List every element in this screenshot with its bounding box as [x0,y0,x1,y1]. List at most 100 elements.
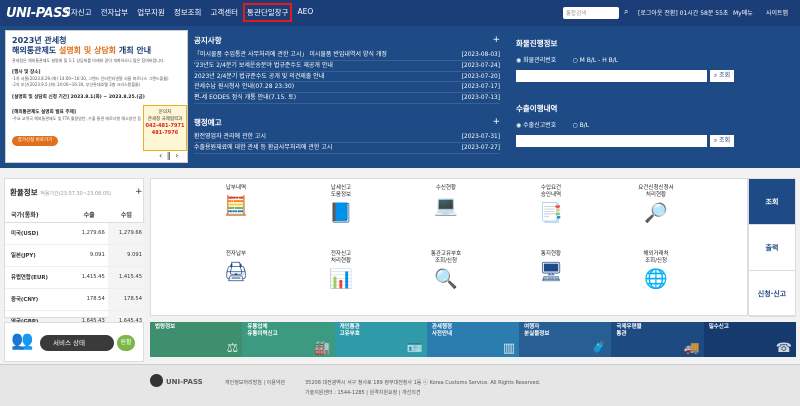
exchange-more-icon[interactable]: + [135,187,143,197]
table-row: 미국(USD) 1,279.66 1,279.66 [5,222,145,245]
notice-item[interactable]: 편-세 EODES 정식 개통 안내(7.15. 토) [2023-07-13] [194,93,500,104]
service-status-panel: 👥 서비스 상태 원활 [4,322,144,362]
apply-button[interactable]: 참가신청 바로가기 [12,136,58,146]
bar-chart-icon: 📊 [329,268,353,290]
banner-advance-guide[interactable]: 관세행정 사전안내 ▥ [426,322,520,357]
unipass-logo[interactable]: UNI-PASS [6,6,71,21]
quick-declaration-status[interactable]: 전자신고 처리현황 📊 [291,251,391,291]
sitemap-link[interactable]: 사이트맵 [766,8,788,17]
quick-import-approval[interactable]: 수입요건 승인내역 📑 [501,185,601,225]
quick-requirement-status[interactable]: 요건신청신청서 처리현황 🔎 [606,185,706,225]
my-menu-link[interactable]: My메뉴 [733,8,753,17]
notice-panel: 공지사항 + 「미시물품 수입통관 사무처리에 관한 고시」 미시물품 반입내역… [194,35,500,104]
id-card-icon: 🪪 [406,341,423,356]
tab-lookup[interactable]: 조회 [749,179,795,225]
banner-law-info[interactable]: 법령정보 ⚖ [150,322,243,357]
globe-search-icon: 🌐 [644,268,668,290]
promo-text: ·주요 교역국 해외통관제도 및 FTA 활용방안, 수출 통관 애로사항 해소… [12,116,142,121]
footer: UNI-PASS 개인정보처리방침 | 이용약관 35208 대전광역시 서구 … [0,364,800,406]
table-row: 중국(CNY) 178.54 178.54 [5,288,145,311]
service-status-label: 서비스 상태 [40,335,114,351]
luggage-icon: 🧳 [591,341,608,356]
quick-menu-grid: 납부내역 🧮 납세신고 도움정보 📘 수신현황 💻 수입요건 승인내역 📑 요건신청신청서 처… [150,178,748,316]
admin-notice-panel: 행정예고 + 환전영업자 관리에 관한 고시 [2023-07-31] 수출용원재… [194,117,500,154]
quick-tax-help[interactable]: 납세신고 도움정보 📘 [291,185,391,225]
factory-icon: 🏭 [314,341,331,356]
search-input[interactable]: 통합검색 [563,7,619,19]
banner-lost-items[interactable]: 여행자 분실물정보 🧳 [519,322,612,357]
promo-section-title: [해외통관제도 설명회 발표 주제] [12,110,76,115]
footer-address: 35208 대전광역시 서구 청사로 189 정부대전청사 1동 ⓒ Korea… [305,380,541,386]
tab-apply[interactable]: 신청·신고 [749,271,795,317]
search-icon[interactable]: ⌕ [624,7,628,17]
law-icon: ⚖ [226,341,239,356]
quick-overseas-partner[interactable]: 해외거래처 조회/신청 🌐 [606,251,706,291]
table-row: 일본(JPY) 9.091 9.091 [5,244,145,267]
footer-links[interactable]: 개인정보처리방침 | 이용약관 [225,379,285,386]
quick-customs-code[interactable]: 통관고유부호 조회/신청 🔍 [396,251,496,291]
banner-personal-code[interactable]: 개인통관 고유부호 🪪 [334,322,427,357]
admin-more-icon[interactable]: + [492,117,500,127]
notice-item[interactable]: 관세수납 원시청사 안내(07.28 23:30) [2023-07-17] [194,82,500,94]
promo-section-title: [설명회 및 상담회 신청 기간] 2023.8.1(화) ~ 2023.8.2… [12,95,145,100]
notification-monitor-icon: 🖥 [538,261,564,283]
session-timer[interactable]: [로그아웃 전환] 01시간 58분 55초 [638,8,728,17]
top-navigation-bar: UNI-PASS 전자신고 전자납부 업무지원 정보조회 고객센터 통관단일창구… [0,0,800,26]
nav-e-payment[interactable]: 전자납부 [101,7,129,18]
export-fulfillment-widget: 수출이행내역 ◉ 수출신고번호 ○ B/L ⌕ 조회 [516,103,792,147]
mail-truck-icon: 🚚 [683,341,700,356]
notice-item[interactable]: '23년도 2/4분기 보세운송분야 법규준수도 재공개 안내 [2023-07-… [194,61,500,72]
cargo-tracking-widget: 화물진행정보 ◉ 화물관리번호 ○ M B/L - H B/L ⌕ 조회 [516,38,792,82]
promo-section-title: [행사 및 장소] [12,70,41,75]
phone-icon: ☎ [775,341,792,356]
notice-more-icon[interactable]: + [492,35,500,45]
quick-notification-status[interactable]: 통지현황 🖥 [501,251,601,284]
footer-tech-support[interactable]: 기술지원센터 : 1544-1285 | 원격지원요청 | 개선의견 [305,389,420,396]
export-radio-declaration-number[interactable]: ◉ 수출신고번호 [516,122,556,129]
nav-aeo[interactable]: AEO [297,7,313,18]
main-nav: 전자신고 전자납부 업무지원 정보조회 고객센터 통관단일창구 AEO [64,3,322,22]
cargo-radio-cargo-number[interactable]: ◉ 화물관리번호 [516,57,556,64]
quick-payment-history[interactable]: 납부내역 🧮 [186,185,286,218]
approval-document-icon: 📑 [539,202,563,224]
exchange-rate-panel: 환율정보 적용기간(23.07.30~23.08.05) + 국가(통화) 수출 수… [4,178,145,333]
quick-inbox-status[interactable]: 수신현황 💻 [396,185,496,218]
table-row: 유럽연합(EUR) 1,415.45 1,415.45 [5,266,145,289]
nav-single-window[interactable]: 통관단일창구 [243,3,293,22]
promo-subtitle: 관세청은 해외통관제도 설명회 및 1:1 상담회를 아래와 같이 개최하오니 … [12,58,165,63]
search-person-icon: 🔍 [434,268,458,290]
banner-smuggling-report[interactable]: 밀수신고 ☎ [703,322,796,357]
export-number-input[interactable] [516,135,707,147]
footer-logo: UNI-PASS [166,378,203,386]
notice-item[interactable]: 「미시물품 수입통관 사무처리에 관한 고시」 미시물품 반입내역서 양식 개정… [194,50,500,61]
admin-notice-item[interactable]: 환전영업자 관리에 관한 고시 [2023-07-31] [194,132,500,143]
admin-notice-item[interactable]: 수출용원재료에 대한 관세 등 환급사무처리에 관한 고시 [2023-07-27… [194,143,500,154]
quick-e-payment[interactable]: 전자납부 🖨 [186,251,286,284]
cargo-search-button[interactable]: ⌕ 조회 [710,70,734,82]
service-status-badge[interactable]: 원활 [117,335,135,351]
export-search-button[interactable]: ⌕ 조회 [710,135,734,147]
promo-title: 해외통관제도 설명회 및 상담회 개최 안내 [12,46,152,55]
nav-customer-center[interactable]: 고객센터 [210,7,238,18]
notice-item[interactable]: 2023년 2/4분기 법규준수도 공개 및 의견제출 안내 [2023-07-2… [194,72,500,83]
carousel-controls[interactable]: ‹ ‖ › [159,151,179,160]
nav-info-lookup[interactable]: 정보조회 [174,7,202,18]
export-radio-bl[interactable]: ○ B/L [573,122,590,129]
quick-menu-tabs: 조회 출력 신청·신고 [748,178,796,317]
people-icon: 👥 [11,330,34,351]
promo-banner[interactable]: 2023년 관세청 해외통관제도 설명회 및 상담회 개최 안내 관세청은 해외… [5,30,188,163]
nav-e-declaration[interactable]: 전자신고 [64,7,92,18]
tab-print[interactable]: 출력 [749,225,795,271]
document-search-icon: 🔎 [644,202,668,224]
footer-logo-icon [150,374,163,387]
service-banners: 법령정보 ⚖ 유통업체 유통이력신고 🏭 개인통관 고유부호 🪪 관세행정 사전안내 ▥ 여행… [150,322,796,357]
export-title: 수출이행내역 [516,104,558,113]
cargo-radio-bl[interactable]: ○ M B/L - H B/L [573,57,619,64]
banner-distribution[interactable]: 유통업체 유통이력신고 🏭 [242,322,335,357]
promo-text: ·2차 부산(2023.9.5.(화) 14:00~16:30, 부산롯데호텔 … [12,82,141,87]
banner-intl-mail[interactable]: 국제우편물 통관 🚚 [611,322,704,357]
cargo-number-input[interactable] [516,70,707,82]
calculator-icon: 🧮 [224,195,248,217]
exchange-table: 국가(통화) 수출 수입 미국(USD) 1,279.66 1,279.66 일본(JP… [5,208,145,333]
nav-business-support[interactable]: 업무지원 [137,7,165,18]
